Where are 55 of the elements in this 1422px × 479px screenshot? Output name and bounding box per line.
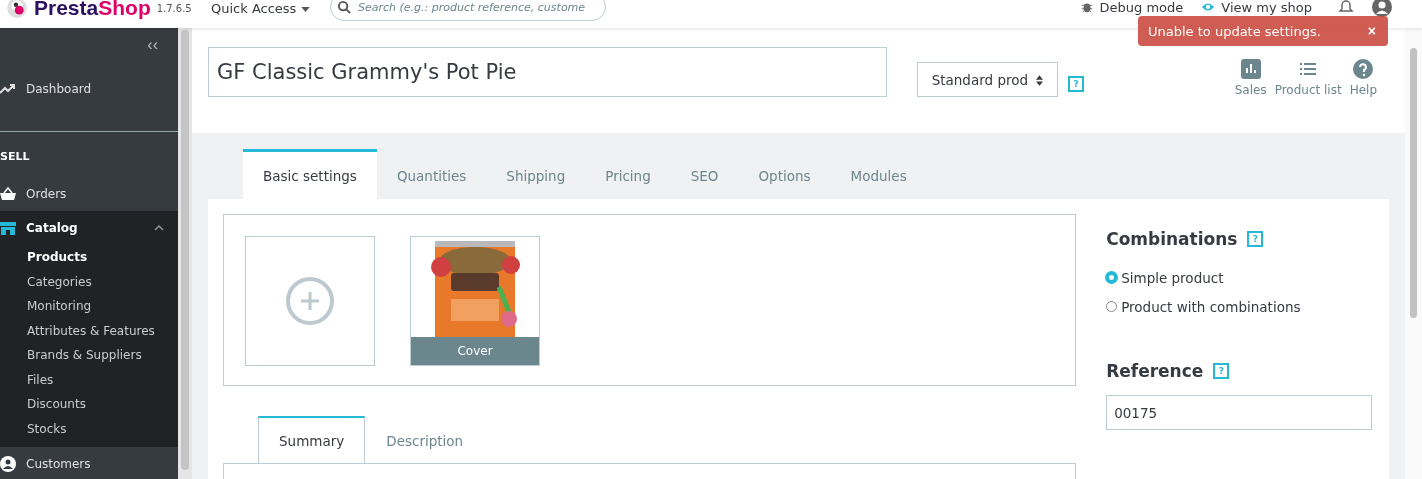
toolbar-button[interactable]: Help — [1349, 59, 1377, 97]
tab[interactable]: Shipping — [486, 149, 586, 199]
submenu-item[interactable]: Stocks — [0, 416, 178, 441]
menu-item[interactable]: Catalog — [0, 211, 178, 245]
caret-icon — [300, 6, 310, 12]
cover-label: Cover — [411, 337, 539, 365]
store-icon — [0, 220, 16, 236]
submenu-item[interactable]: Discounts — [0, 392, 178, 417]
submenu-item[interactable]: Categories — [0, 269, 178, 294]
help-icon — [1353, 59, 1374, 79]
logo[interactable]: PrestaShop — [34, 0, 151, 20]
tab[interactable]: Basic settings — [243, 149, 377, 199]
product-name-field[interactable]: GF Classic Grammy's Pot Pie — [208, 47, 887, 97]
tab[interactable]: Pricing — [585, 149, 671, 199]
submenu-item[interactable]: Brands & Suppliers — [0, 343, 178, 368]
toast-message: Unable to update settings. — [1148, 23, 1321, 39]
plus-icon — [285, 276, 335, 326]
menu-item[interactable]: Orders — [0, 177, 178, 211]
radio-option[interactable]: Simple product — [1106, 263, 1374, 292]
add-image-button[interactable] — [245, 236, 375, 366]
toolbar-button[interactable]: Sales — [1234, 59, 1267, 97]
tab[interactable]: Summary — [258, 416, 366, 464]
reference-field[interactable]: 00175 — [1106, 395, 1373, 430]
avatar-icon[interactable] — [1372, 0, 1392, 17]
search-icon — [337, 0, 352, 15]
bell-icon[interactable] — [1338, 0, 1354, 15]
debug-mode-link[interactable]: Debug mode — [1079, 0, 1184, 15]
quick-access-menu[interactable]: Quick Access — [205, 0, 330, 16]
toolbar-button[interactable]: Product list — [1274, 59, 1342, 97]
collapse-button[interactable]: ‹‹ — [147, 36, 158, 54]
sort-caret-icon — [1036, 75, 1044, 86]
tab[interactable]: Description — [365, 416, 485, 464]
chart-icon — [1240, 59, 1261, 79]
tab[interactable]: Modules — [830, 149, 927, 199]
submenu-item[interactable]: Products — [0, 245, 178, 270]
scrollbar-thumb[interactable] — [1410, 48, 1417, 318]
radio-button[interactable] — [1106, 272, 1118, 283]
close-button[interactable]: × — [1365, 23, 1378, 39]
tab[interactable]: Quantities — [376, 149, 487, 199]
radio-option[interactable]: Product with combinations — [1106, 292, 1374, 321]
menu-item[interactable]: Customers — [0, 447, 178, 479]
section-heading: SELL — [0, 149, 31, 165]
section-title: Reference — [1106, 361, 1204, 381]
tab[interactable]: SEO — [670, 149, 739, 199]
submenu-item[interactable]: Monitoring — [0, 294, 178, 319]
section-title: Combinations — [1106, 229, 1238, 249]
view-shop-link[interactable]: View my shop — [1201, 0, 1312, 15]
scrollbar-thumb[interactable] — [181, 30, 189, 470]
submenu-item[interactable]: Attributes & Features — [0, 318, 178, 343]
basket-icon — [0, 186, 16, 202]
version-label: 1.7.6.5 — [156, 2, 192, 14]
submenu-item[interactable]: Files — [0, 367, 178, 392]
image-thumbnail[interactable]: Cover — [410, 236, 540, 366]
tab[interactable]: Options — [738, 149, 831, 199]
product-type-select[interactable]: Standard prod — [917, 62, 1058, 97]
